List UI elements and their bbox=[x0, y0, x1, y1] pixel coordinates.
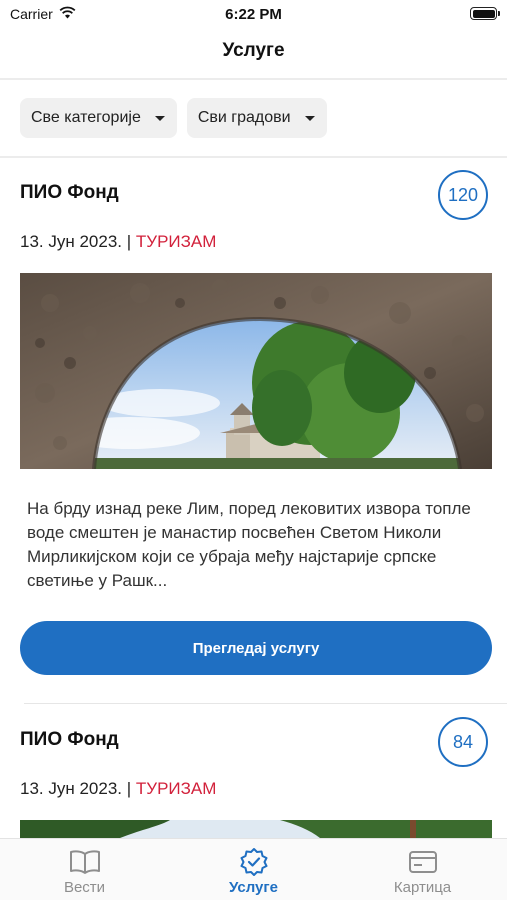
category-filter-dropdown[interactable]: Све категорије bbox=[20, 98, 177, 138]
city-filter-dropdown[interactable]: Сви градови bbox=[186, 98, 327, 138]
tab-services[interactable]: Услуге bbox=[169, 839, 338, 900]
verified-badge-icon bbox=[237, 847, 271, 877]
city-filter-label: Сви градови bbox=[197, 109, 291, 126]
tab-card[interactable]: Картица bbox=[338, 839, 507, 900]
card-date: 13. Јун 2023. bbox=[20, 232, 123, 251]
service-card-header: ПИО Фонд 84 bbox=[20, 717, 488, 767]
book-icon bbox=[68, 847, 102, 877]
tab-news-label: Вести bbox=[63, 879, 106, 896]
caret-down-icon bbox=[304, 115, 315, 121]
page-title: Услуге bbox=[222, 40, 285, 61]
tab-news[interactable]: Вести bbox=[0, 839, 169, 900]
status-time: 6:22 PM bbox=[225, 6, 282, 23]
view-service-button[interactable]: Прегледај услугу bbox=[20, 621, 492, 675]
card-icon bbox=[406, 847, 440, 877]
card-description: На брду изнад реке Лим, поред лековитих … bbox=[27, 499, 471, 590]
card-image[interactable] bbox=[20, 273, 492, 469]
service-card-header: ПИО Фонд 120 bbox=[20, 170, 488, 220]
tab-bar: Вести Услуге Картица bbox=[0, 838, 507, 900]
meta-separator: | bbox=[126, 232, 132, 251]
filters-bar: Све категорије Сви градови bbox=[20, 98, 327, 138]
filters-divider bbox=[0, 156, 507, 158]
card-divider bbox=[24, 703, 507, 704]
card-title: ПИО Фонд bbox=[20, 729, 119, 750]
count-badge: 84 bbox=[438, 717, 488, 767]
caret-down-icon bbox=[154, 115, 165, 121]
card-date: 13. Јун 2023. bbox=[20, 779, 123, 798]
card-image[interactable] bbox=[20, 820, 492, 838]
card-meta: 13. Јун 2023. | ТУРИЗАМ bbox=[20, 779, 216, 799]
status-bar: Carrier 6:22 PM bbox=[0, 0, 507, 30]
count-badge: 120 bbox=[438, 170, 488, 220]
card-category: ТУРИЗАМ bbox=[135, 779, 217, 798]
battery-icon bbox=[470, 7, 500, 20]
meta-separator: | bbox=[126, 779, 132, 798]
tab-card-label: Картица bbox=[393, 879, 452, 896]
nav-divider bbox=[0, 78, 507, 80]
card-title: ПИО Фонд bbox=[20, 182, 119, 203]
tab-services-label: Услуге bbox=[229, 879, 278, 896]
category-filter-label: Све категорије bbox=[31, 109, 141, 126]
card-category: ТУРИЗАМ bbox=[135, 232, 217, 251]
card-meta: 13. Јун 2023. | ТУРИЗАМ bbox=[20, 232, 216, 252]
